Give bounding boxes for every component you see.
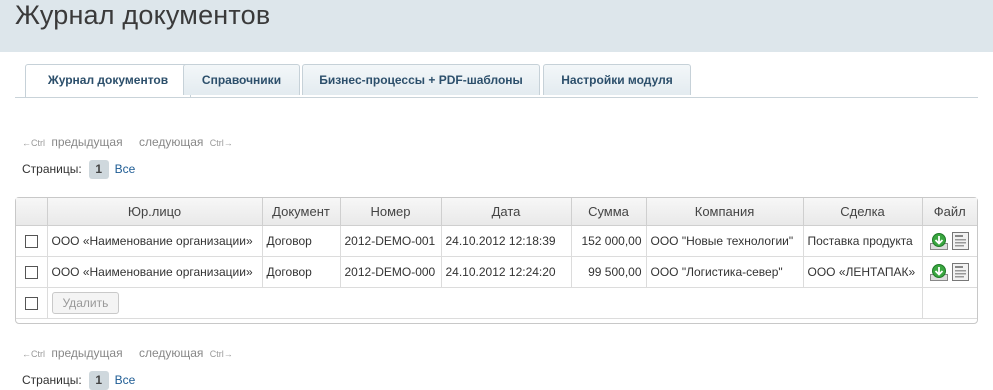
cell-deal-link[interactable]: Поставка продукта xyxy=(803,225,923,257)
tab-module-settings[interactable]: Настройки модуля xyxy=(543,64,691,95)
ctrl-left-hint: ←Ctrl xyxy=(22,349,45,359)
cell-sum: 99 500,00 xyxy=(571,256,647,288)
tab-bar: Журнал документов Справочники Бизнес-про… xyxy=(15,64,978,98)
footer-empty-cell xyxy=(922,287,977,319)
pagination-top: Страницы: 1 Все xyxy=(22,160,135,179)
cell-file xyxy=(922,225,977,257)
all-pages-link[interactable]: Все xyxy=(115,162,136,176)
next-page-link[interactable]: следующая xyxy=(139,346,203,360)
download-icon[interactable] xyxy=(930,263,949,281)
document-icon[interactable] xyxy=(952,232,970,250)
pagination-bottom: Страницы: 1 Все xyxy=(22,371,135,390)
ctrl-right-hint: Ctrl→ xyxy=(209,349,233,359)
column-header[interactable]: Сделка xyxy=(803,198,923,226)
cell-number: 2012-DEMO-000 xyxy=(340,256,442,288)
table-header-row: Юр.лицо Документ Номер Дата Сумма Компан… xyxy=(16,198,977,226)
cell-document: Договор xyxy=(262,256,341,288)
pager-nav-bottom: ←Ctrl предыдущая следующая Ctrl→ xyxy=(22,346,233,360)
column-header[interactable]: Файл xyxy=(922,198,977,226)
tab-journal[interactable]: Журнал документов xyxy=(25,64,191,97)
page-number-current[interactable]: 1 xyxy=(88,371,109,390)
page-header: Журнал документов xyxy=(0,0,993,52)
cell-date: 24.10.2012 12:24:20 xyxy=(441,256,572,288)
row-checkbox[interactable] xyxy=(24,266,38,280)
cell-file xyxy=(922,256,977,288)
table-row: ООО «Наименование организации» Договор 2… xyxy=(16,256,977,288)
tab-business-processes[interactable]: Бизнес-процессы + PDF-шаблоны xyxy=(302,64,540,95)
documents-grid: Юр.лицо Документ Номер Дата Сумма Компан… xyxy=(15,197,978,324)
prev-page-link[interactable]: предыдущая xyxy=(51,135,122,149)
cell-number: 2012-DEMO-001 xyxy=(340,225,442,257)
cell-company-link[interactable]: ООО "Новые технологии" xyxy=(646,225,804,257)
cell-entity: ООО «Наименование организации» xyxy=(47,256,263,288)
column-header[interactable]: Номер xyxy=(340,198,442,226)
cell-document: Договор xyxy=(262,225,341,257)
ctrl-right-hint: Ctrl→ xyxy=(209,138,233,148)
row-select-cell xyxy=(16,225,48,257)
prev-page-link[interactable]: предыдущая xyxy=(51,346,122,360)
cell-entity: ООО «Наименование организации» xyxy=(47,225,263,257)
select-all-cell xyxy=(16,287,48,319)
column-header[interactable]: Документ xyxy=(262,198,341,226)
page-title: Журнал документов xyxy=(15,0,271,30)
footer-actions: Удалить xyxy=(47,287,923,319)
document-icon[interactable] xyxy=(952,263,970,281)
ctrl-left-hint: ←Ctrl xyxy=(22,138,45,148)
all-pages-link[interactable]: Все xyxy=(115,373,136,387)
row-checkbox[interactable] xyxy=(24,235,38,249)
tab-references[interactable]: Справочники xyxy=(183,64,300,95)
table-footer-row: Удалить xyxy=(16,287,977,319)
cell-deal-link[interactable]: ООО «ЛЕНТАПАК» xyxy=(803,256,923,288)
pager-nav-top: ←Ctrl предыдущая следующая Ctrl→ xyxy=(22,135,233,149)
table-row: ООО «Наименование организации» Договор 2… xyxy=(16,225,977,257)
header-select xyxy=(16,198,48,226)
page-number-current[interactable]: 1 xyxy=(88,160,109,179)
download-icon[interactable] xyxy=(930,232,949,250)
pages-label: Страницы: xyxy=(22,162,82,176)
cell-sum: 152 000,00 xyxy=(571,225,647,257)
column-header[interactable]: Юр.лицо xyxy=(47,198,263,226)
select-all-checkbox[interactable] xyxy=(24,297,38,311)
delete-button[interactable]: Удалить xyxy=(51,292,120,314)
pages-label: Страницы: xyxy=(22,373,82,387)
cell-company-link[interactable]: ООО "Логистика-север" xyxy=(646,256,804,288)
row-select-cell xyxy=(16,256,48,288)
column-header[interactable]: Компания xyxy=(646,198,804,226)
column-header[interactable]: Сумма xyxy=(571,198,647,226)
column-header[interactable]: Дата xyxy=(441,198,572,226)
next-page-link[interactable]: следующая xyxy=(139,135,203,149)
cell-date: 24.10.2012 12:18:39 xyxy=(441,225,572,257)
documents-table: Юр.лицо Документ Номер Дата Сумма Компан… xyxy=(16,198,977,319)
